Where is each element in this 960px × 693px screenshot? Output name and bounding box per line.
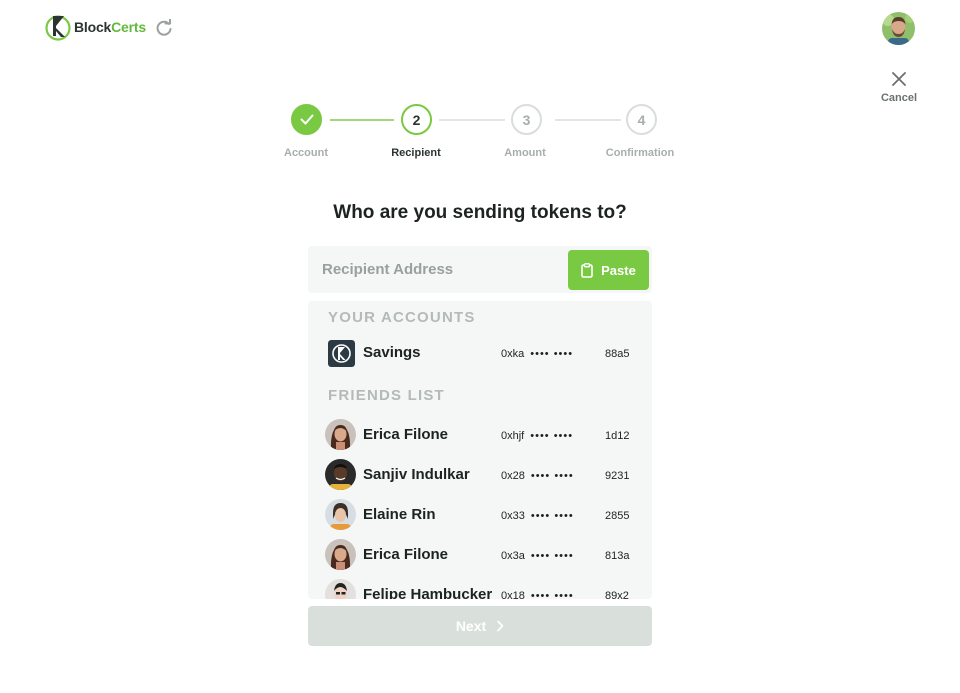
account-name: Savings xyxy=(363,344,421,361)
friend-row[interactable]: Elaine Rin 0x33 •••• •••• 2855 xyxy=(308,499,652,533)
account-address: 0xka •••• •••• 88a5 xyxy=(501,348,630,360)
step-3-circle: 3 xyxy=(511,104,542,135)
progress-stepper: 2 3 4 Account Recipient Amount Confirmat… xyxy=(0,0,960,170)
step-connector xyxy=(439,119,505,121)
friend-row[interactable]: Erica Filone 0x3a •••• •••• 813a xyxy=(308,539,652,573)
step-2-label: Recipient xyxy=(391,147,441,159)
friend-address: 0xhjf •••• •••• 1d12 xyxy=(501,430,630,442)
friend-name: Felipe Hambucker xyxy=(363,586,493,599)
friend-avatar xyxy=(325,539,356,570)
friend-avatar xyxy=(325,419,356,450)
account-row-savings[interactable]: Savings 0xka •••• •••• 88a5 xyxy=(308,337,652,371)
recipient-address-input[interactable] xyxy=(322,246,552,293)
paste-label: Paste xyxy=(601,262,636,278)
checkmark-icon xyxy=(300,114,313,125)
friend-address: 0x33 •••• •••• 2855 xyxy=(501,510,630,522)
your-accounts-heading: YOUR ACCOUNTS xyxy=(328,309,476,326)
page-title: Who are you sending tokens to? xyxy=(333,202,627,223)
next-button[interactable]: Next xyxy=(308,606,652,646)
savings-account-icon xyxy=(328,340,355,367)
clipboard-icon xyxy=(581,262,593,278)
step-1-circle xyxy=(291,104,322,135)
friend-name: Sanjiv Indulkar xyxy=(363,466,470,483)
recipient-list[interactable]: YOUR ACCOUNTS Savings 0xka •••• •••• 88a5 … xyxy=(308,301,652,599)
next-label: Next xyxy=(455,618,487,634)
step-4-circle: 4 xyxy=(626,104,657,135)
friend-name: Erica Filone xyxy=(363,426,449,443)
chevron-right-icon xyxy=(497,620,504,632)
step-connector xyxy=(555,119,621,121)
friends-list-heading: FRIENDS LIST xyxy=(328,387,445,404)
friend-address: 0x3a •••• •••• 813a xyxy=(501,550,630,562)
step-3-label: Amount xyxy=(504,147,546,159)
step-1-label: Account xyxy=(284,147,328,159)
friend-row[interactable]: Sanjiv Indulkar 0x28 •••• •••• 9231 xyxy=(308,459,652,493)
friend-name: Erica Filone xyxy=(363,546,449,563)
step-connector xyxy=(330,119,394,121)
step-4-label: Confirmation xyxy=(605,147,675,159)
friend-avatar xyxy=(325,579,356,599)
recipient-address-field: Paste xyxy=(308,246,652,293)
friend-row[interactable]: Erica Filone 0xhjf •••• •••• 1d12 xyxy=(308,419,652,453)
friend-address: 0x18 •••• •••• 89x2 xyxy=(501,590,629,599)
paste-button[interactable]: Paste xyxy=(568,250,649,290)
friend-avatar xyxy=(325,459,356,490)
friend-avatar xyxy=(325,499,356,530)
step-2-circle: 2 xyxy=(401,104,432,135)
friend-name: Elaine Rin xyxy=(363,506,436,523)
friend-row[interactable]: Felipe Hambucker 0x18 •••• •••• 89x2 xyxy=(308,579,652,599)
friend-address: 0x28 •••• •••• 9231 xyxy=(501,470,630,482)
